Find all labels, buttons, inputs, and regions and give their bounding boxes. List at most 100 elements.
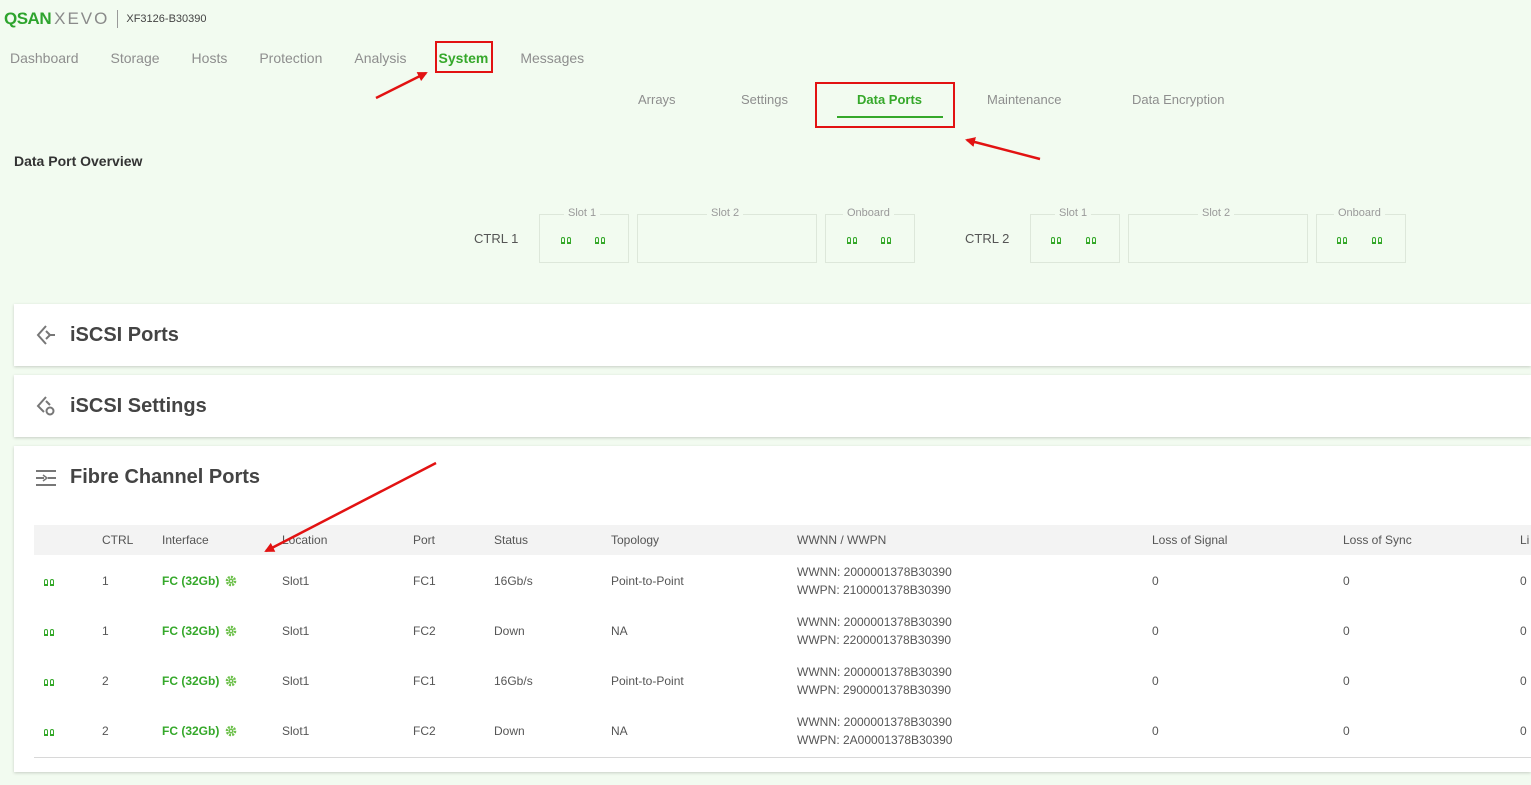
port-icon[interactable] <box>847 234 859 244</box>
cell-location: Slot1 <box>282 574 310 588</box>
port-icon[interactable] <box>1086 234 1098 244</box>
cell-location: Slot1 <box>282 724 310 738</box>
cell-topology: Point-to-Point <box>611 674 684 688</box>
top-nav: Dashboard Storage Hosts Protection Analy… <box>10 48 616 68</box>
network-settings-icon <box>36 396 55 416</box>
ctrl1-label: CTRL 1 <box>474 231 519 246</box>
nav-hosts[interactable]: Hosts <box>192 48 228 68</box>
port-status-icon <box>44 726 56 736</box>
nav-analysis[interactable]: Analysis <box>354 48 406 68</box>
ctrl2-slot2[interactable] <box>1128 214 1308 263</box>
logo-qsan: QSAN <box>4 9 52 28</box>
fibre-channel-icon <box>36 470 56 486</box>
cell-port: FC2 <box>413 624 436 638</box>
ctrl1-slot2[interactable] <box>637 214 817 263</box>
arrow-to-system <box>375 71 428 100</box>
cell-location: Slot1 <box>282 674 310 688</box>
port-icon[interactable] <box>1051 234 1063 244</box>
cell-status: Down <box>494 624 525 638</box>
col-li[interactable]: Li <box>1520 533 1529 547</box>
cell-port: FC1 <box>413 574 436 588</box>
cell-ctrl: 2 <box>102 724 109 738</box>
cell-port: FC2 <box>413 724 436 738</box>
iscsi-settings-title: iSCSI Settings <box>70 395 207 417</box>
port-icon[interactable] <box>881 234 893 244</box>
iscsi-ports-panel[interactable]: iSCSI Ports <box>14 304 1531 366</box>
brand-divider <box>117 10 119 28</box>
ctrl1-onboard[interactable] <box>825 214 915 263</box>
ctrl2-onboard-title: Onboard <box>1334 207 1385 219</box>
cell-loss-of-signal: 0 <box>1152 574 1159 588</box>
cell-li: 0 <box>1520 724 1527 738</box>
gear-icon[interactable] <box>225 575 237 587</box>
cell-ctrl: 1 <box>102 624 109 638</box>
port-status-icon <box>44 676 56 686</box>
nav-storage[interactable]: Storage <box>111 48 160 68</box>
cell-interface: FC (32Gb) <box>162 674 220 688</box>
cell-interface: FC (32Gb) <box>162 724 220 738</box>
col-interface[interactable]: Interface <box>162 533 209 547</box>
ctrl1-slot1[interactable] <box>539 214 629 263</box>
tab-settings[interactable]: Settings <box>741 92 788 108</box>
cell-ctrl: 2 <box>102 674 109 688</box>
ctrl1-onboard-title: Onboard <box>843 207 894 219</box>
cell-topology: Point-to-Point <box>611 574 684 588</box>
network-icon <box>36 325 55 345</box>
cell-wwpn: WWPN: 2100001378B30390 <box>797 583 952 597</box>
nav-messages[interactable]: Messages <box>520 48 584 68</box>
col-loss-of-sync[interactable]: Loss of Sync <box>1343 533 1412 547</box>
gear-icon[interactable] <box>225 725 237 737</box>
cell-loss-of-signal: 0 <box>1152 674 1159 688</box>
ctrl2-slot1[interactable] <box>1030 214 1120 263</box>
iscsi-settings-panel[interactable]: iSCSI Settings <box>14 375 1531 437</box>
cell-location: Slot1 <box>282 624 310 638</box>
port-status-icon <box>44 576 56 586</box>
cell-li: 0 <box>1520 624 1527 638</box>
nav-protection[interactable]: Protection <box>259 48 322 68</box>
arrow-to-data-ports <box>965 137 1041 161</box>
cell-topology: NA <box>611 724 628 738</box>
tab-data-encryption[interactable]: Data Encryption <box>1132 92 1225 108</box>
port-icon[interactable] <box>561 234 573 244</box>
col-port[interactable]: Port <box>413 533 435 547</box>
gear-icon[interactable] <box>225 675 237 687</box>
cell-topology: NA <box>611 624 628 638</box>
cell-port: FC1 <box>413 674 436 688</box>
gear-icon[interactable] <box>225 625 237 637</box>
port-icon[interactable] <box>1372 234 1384 244</box>
cell-loss-of-sync: 0 <box>1343 724 1350 738</box>
col-status[interactable]: Status <box>494 533 528 547</box>
cell-status: 16Gb/s <box>494 674 533 688</box>
cell-interface: FC (32Gb) <box>162 624 220 638</box>
cell-interface: FC (32Gb) <box>162 574 220 588</box>
ctrl1-slot2-title: Slot 2 <box>707 207 744 219</box>
cell-status: Down <box>494 724 525 738</box>
cell-li: 0 <box>1520 574 1527 588</box>
cell-ctrl: 1 <box>102 574 109 588</box>
iscsi-ports-title: iSCSI Ports <box>70 324 179 346</box>
col-loss-of-signal[interactable]: Loss of Signal <box>1152 533 1227 547</box>
brand: QSAN XEVO XF3126-B30390 <box>4 9 207 29</box>
col-location[interactable]: Location <box>282 533 327 547</box>
ctrl2-onboard[interactable] <box>1316 214 1406 263</box>
highlight-data-ports <box>815 82 955 128</box>
col-ctrl[interactable]: CTRL <box>102 533 133 547</box>
port-icon[interactable] <box>1337 234 1349 244</box>
table-divider <box>34 757 1531 758</box>
col-wwnn-wwpn[interactable]: WWNN / WWPN <box>797 533 886 547</box>
cell-li: 0 <box>1520 674 1527 688</box>
col-topology[interactable]: Topology <box>611 533 659 547</box>
cell-loss-of-signal: 0 <box>1152 724 1159 738</box>
cell-loss-of-sync: 0 <box>1343 574 1350 588</box>
port-icon[interactable] <box>595 234 607 244</box>
cell-wwpn: WWPN: 2200001378B30390 <box>797 633 952 647</box>
logo-xevo: XEVO <box>54 9 110 28</box>
cell-wwnn: WWNN: 2000001378B30390 <box>797 665 952 679</box>
port-status-icon <box>44 626 56 636</box>
cell-wwpn: WWPN: 2900001378B30390 <box>797 683 952 697</box>
tab-arrays[interactable]: Arrays <box>638 92 676 108</box>
tab-maintenance[interactable]: Maintenance <box>987 92 1061 108</box>
cell-wwnn: WWNN: 2000001378B30390 <box>797 715 952 729</box>
nav-dashboard[interactable]: Dashboard <box>10 48 79 68</box>
cell-wwnn: WWNN: 2000001378B30390 <box>797 565 952 579</box>
